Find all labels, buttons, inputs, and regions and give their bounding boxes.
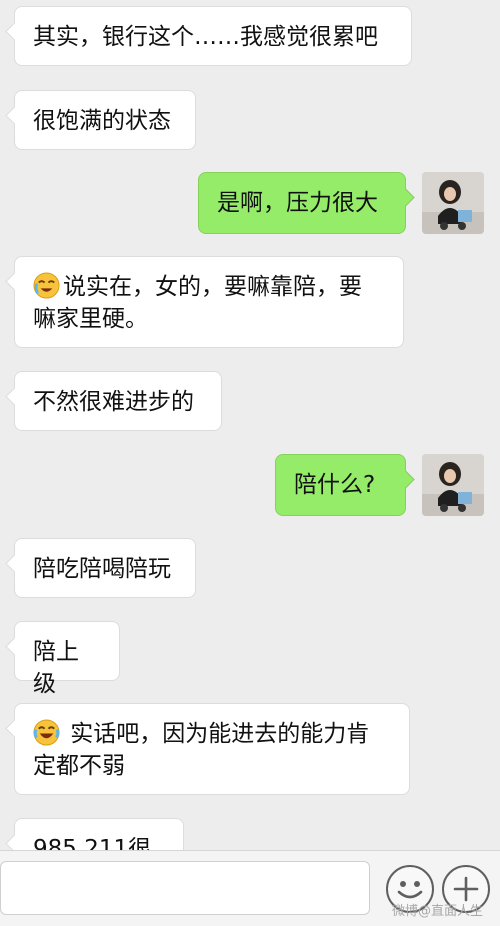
message-bubble[interactable]: 很饱满的状态 [14, 90, 196, 150]
message-bubble[interactable]: 是啊，压力很大 [198, 172, 406, 234]
message-text: 不然很难进步的 [33, 389, 194, 415]
message-bubble[interactable]: 实话吧，因为能进去的能力肯 定都不弱 [14, 703, 410, 795]
watermark: 微博@直面人生 [392, 904, 484, 919]
message-text: 很饱满的状态 [33, 108, 171, 134]
message-text: 陪上级 [33, 639, 79, 697]
avatar[interactable] [422, 454, 484, 516]
message-line: 定都不弱 [33, 750, 391, 782]
message-bubble[interactable]: 陪上级 [14, 621, 120, 697]
message-text: 其实，银行这个……我感觉很累吧 [33, 24, 378, 50]
message-bubble[interactable]: 陪吃陪喝陪玩 [14, 538, 196, 598]
message-bubble[interactable]: 说实在，女的，要嘛靠陪，要 嘛家里硬。 [14, 256, 404, 348]
message-text: 定都不弱 [33, 753, 125, 779]
sob-laugh-emoji-icon [33, 272, 60, 299]
message-line: 嘛家里硬。 [33, 303, 385, 335]
message-text: 说实在，女的，要嘛靠陪，要 [63, 274, 362, 300]
message-text: 陪吃陪喝陪玩 [33, 556, 171, 582]
avatar[interactable] [422, 172, 484, 234]
message-input[interactable] [0, 861, 370, 915]
message-bubble[interactable]: 其实，银行这个……我感觉很累吧 [14, 6, 412, 66]
message-text: 嘛家里硬。 [33, 306, 148, 332]
message-text: 是啊，压力很大 [217, 190, 378, 216]
message-line: 说实在，女的，要嘛靠陪，要 [33, 271, 385, 303]
message-text: 985 211很多 [33, 836, 152, 850]
message-line: 实话吧，因为能进去的能力肯 [33, 718, 391, 750]
message-text: 实话吧，因为能进去的能力肯 [63, 721, 370, 747]
tears-of-joy-emoji-icon [33, 719, 60, 746]
message-bubble[interactable]: 985 211很多 [14, 818, 184, 850]
message-bubble[interactable]: 不然很难进步的 [14, 371, 222, 431]
message-text: 陪什么? [294, 472, 376, 498]
message-bubble[interactable]: 陪什么? [275, 454, 406, 516]
chat-history[interactable]: 其实，银行这个……我感觉很累吧 很饱满的状态 是啊，压力很大 说实在，女的，要嘛… [0, 0, 500, 850]
